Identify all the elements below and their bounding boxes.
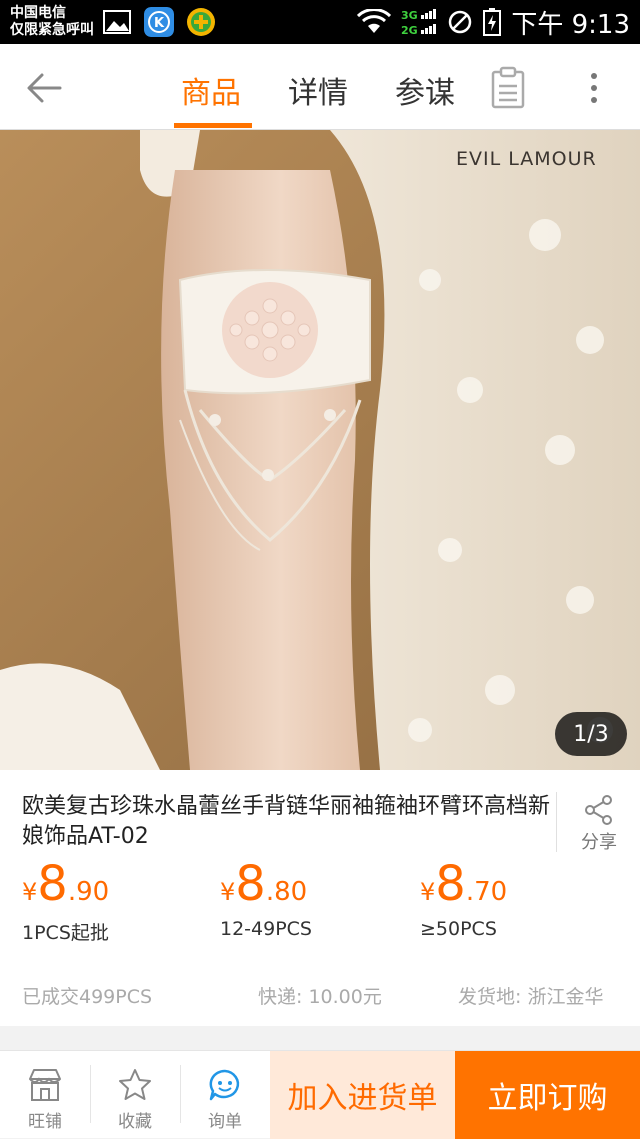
- price-quantity: 12-49PCS: [220, 918, 312, 940]
- inquiry-label: 询单: [208, 1112, 242, 1132]
- do-not-disturb-icon: [449, 10, 472, 34]
- shop-label: 旺铺: [28, 1112, 62, 1132]
- k-app-notification-icon: K: [144, 7, 174, 37]
- share-label: 分享: [581, 832, 617, 853]
- emergency-only-text: 仅限紧急呼叫: [10, 22, 94, 38]
- shop-button[interactable]: 旺铺: [0, 1051, 90, 1139]
- buy-now-button[interactable]: 立即订购: [455, 1051, 640, 1139]
- chat-bubble-icon: [209, 1069, 240, 1101]
- active-tab-indicator: [174, 123, 252, 128]
- clipboard-icon[interactable]: [490, 66, 526, 110]
- back-arrow-icon[interactable]: [24, 66, 68, 110]
- battery-charging-icon: [483, 8, 502, 36]
- star-icon: [119, 1069, 151, 1100]
- price-quantity: ≥50PCS: [420, 918, 497, 940]
- inquiry-button[interactable]: 询单: [180, 1051, 270, 1139]
- price-value: ¥8.80: [220, 856, 308, 912]
- tab-product[interactable]: 商品: [181, 68, 241, 112]
- signal-icon: 3G 2G: [401, 9, 437, 37]
- wifi-icon: [357, 9, 392, 33]
- product-title: 欧美复古珍珠水晶蕾丝手背链华丽袖箍袖环臂环高档新娘饰品AT-02: [22, 794, 551, 849]
- carrier-name: 中国电信: [10, 5, 66, 21]
- price-tier-2: ¥8.80 12-49PCS: [220, 858, 312, 940]
- status-right: 3G 2G 下午 9:13: [357, 0, 630, 44]
- ship-origin: 发货地: 浙江金华: [458, 986, 604, 1008]
- network-2g: 2G: [401, 24, 418, 37]
- price-value: ¥8.70: [420, 856, 508, 912]
- price-value: ¥8.90: [22, 856, 110, 912]
- svg-text:K: K: [154, 16, 165, 31]
- price-tier-3: ¥8.70 ≥50PCS: [420, 858, 507, 940]
- tab-details[interactable]: 详情: [288, 68, 348, 112]
- carrier-info: 中国电信 仅限紧急呼叫: [10, 5, 94, 39]
- more-vertical-icon[interactable]: [584, 66, 604, 110]
- tab-advisor[interactable]: 参谋: [395, 68, 455, 112]
- top-nav-bar: 商品 详情 参谋: [0, 44, 640, 130]
- brand-watermark: EVIL LAMOUR: [456, 148, 597, 170]
- shipping-fee: 快递: 10.00元: [258, 986, 382, 1008]
- shop-icon: [29, 1069, 61, 1101]
- image-counter: 1/3: [555, 712, 627, 756]
- price-tier-1: ¥8.90 1PCS起批: [22, 858, 109, 945]
- plus-app-notification-icon: [187, 8, 215, 36]
- share-button[interactable]: 分享: [556, 792, 640, 853]
- network-3g: 3G: [401, 9, 418, 22]
- favorite-button[interactable]: 收藏: [90, 1051, 180, 1139]
- clock: 下午 9:13: [511, 9, 630, 40]
- gallery-notification-icon: [103, 10, 131, 34]
- price-quantity: 1PCS起批: [22, 922, 109, 944]
- product-image-gallery[interactable]: EVIL LAMOUR: [0, 130, 640, 770]
- share-icon: [585, 795, 612, 825]
- bottom-action-bar: 旺铺 收藏 询单 加入进货单 立即订购: [0, 1050, 640, 1139]
- product-info-panel: 欧美复古珍珠水晶蕾丝手背链华丽袖箍袖环臂环高档新娘饰品AT-02 分享 ¥8.9…: [0, 770, 640, 1026]
- favorite-label: 收藏: [118, 1112, 152, 1132]
- add-to-cart-button[interactable]: 加入进货单: [270, 1051, 455, 1139]
- sold-count: 已成交499PCS: [22, 986, 153, 1008]
- status-bar: 中国电信 仅限紧急呼叫 K 3G 2G 下午 9:13: [0, 0, 640, 44]
- product-photo: [0, 130, 640, 770]
